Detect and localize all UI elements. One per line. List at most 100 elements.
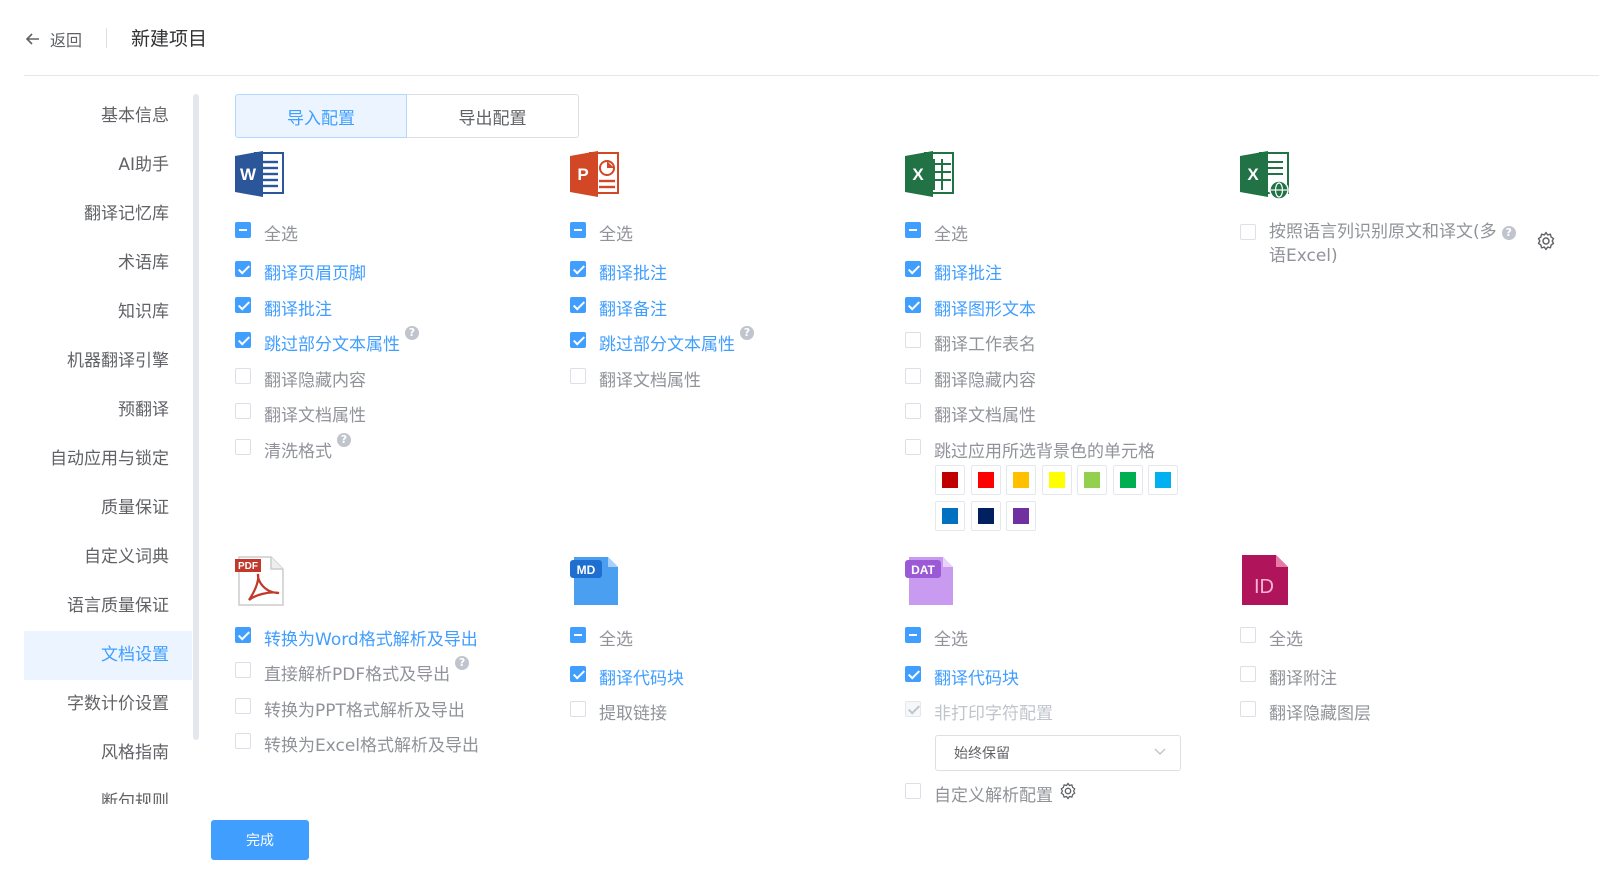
powerpoint-file-icon: P xyxy=(570,150,622,202)
excel-translate-shape-text-checkbox[interactable]: 翻译图形文本 xyxy=(905,295,1036,320)
color-swatch[interactable] xyxy=(1148,465,1178,495)
pdf-settings: PDF 转换为Word格式解析及导出 直接解析PDF格式及导出? 转换为PPT格… xyxy=(235,555,555,765)
color-swatch[interactable] xyxy=(1041,465,1072,495)
excel-file-icon: X xyxy=(905,150,957,202)
dat-icon-label: DAT xyxy=(911,563,935,577)
indesign-translate-hidden-layers-checkbox[interactable]: 翻译隐藏图层 xyxy=(1240,699,1371,724)
ppt-skip-text-attributes-checkbox[interactable]: 跳过部分文本属性? xyxy=(570,326,754,355)
header-divider xyxy=(106,28,107,48)
sidebar-item-basic-info[interactable]: 基本信息 xyxy=(24,92,192,141)
sidebar-item-segmentation-rules[interactable]: 断句规则 xyxy=(24,778,192,804)
color-swatch[interactable] xyxy=(1077,465,1107,495)
sidebar-scrollbar[interactable] xyxy=(192,94,200,804)
pdf-convert-to-word-checkbox[interactable]: 转换为Word格式解析及导出 xyxy=(235,625,478,650)
word-translate-header-footer-checkbox[interactable]: 翻译页眉页脚 xyxy=(235,259,366,284)
color-swatch[interactable] xyxy=(970,500,1001,531)
md-translate-code-blocks-checkbox[interactable]: 翻译代码块 xyxy=(570,664,684,689)
help-icon[interactable]: ? xyxy=(740,326,754,340)
pdf-icon-label: PDF xyxy=(238,561,258,572)
color-swatch[interactable] xyxy=(1006,500,1036,531)
sidebar-item-translation-memory[interactable]: 翻译记忆库 xyxy=(24,190,192,239)
gear-icon[interactable] xyxy=(1536,231,1556,251)
sidebar-item-word-count-pricing[interactable]: 字数计价设置 xyxy=(24,680,192,729)
excel-translate-sheet-names-checkbox[interactable]: 翻译工作表名 xyxy=(905,330,1036,355)
settings-sidebar: 基本信息 AI助手 翻译记忆库 术语库 知识库 机器翻译引擎 预翻译 自动应用与… xyxy=(24,92,192,804)
md-extract-links-checkbox[interactable]: 提取链接 xyxy=(570,699,667,724)
indesign-file-icon: ID xyxy=(1240,555,1292,607)
gear-icon[interactable] xyxy=(1059,782,1077,800)
color-swatch[interactable] xyxy=(935,465,965,495)
tab-import-config[interactable]: 导入配置 xyxy=(235,94,407,138)
ppt-translate-notes-checkbox[interactable]: 翻译备注 xyxy=(570,295,667,320)
sidebar-item-termbase[interactable]: 术语库 xyxy=(24,239,192,288)
color-swatch[interactable] xyxy=(1112,465,1143,495)
nonprinting-chars-select[interactable]: 始终保留 xyxy=(935,735,1181,771)
sidebar-item-mt-engine[interactable]: 机器翻译引擎 xyxy=(24,337,192,386)
color-swatch[interactable] xyxy=(935,500,965,531)
dat-custom-parse-config-checkbox[interactable]: 自定义解析配置 xyxy=(905,781,1077,806)
config-tabs: 导入配置 导出配置 xyxy=(235,94,579,138)
word-icon-letter: W xyxy=(240,165,257,184)
tab-export-config[interactable]: 导出配置 xyxy=(407,94,579,138)
color-swatch[interactable] xyxy=(1006,465,1036,495)
word-translate-doc-properties-checkbox[interactable]: 翻译文档属性 xyxy=(235,401,366,426)
excel-translate-doc-properties-checkbox[interactable]: 翻译文档属性 xyxy=(905,401,1036,426)
done-button[interactable]: 完成 xyxy=(211,820,309,860)
pdf-direct-parse-checkbox[interactable]: 直接解析PDF格式及导出? xyxy=(235,656,470,685)
ppt-translate-doc-properties-checkbox[interactable]: 翻译文档属性 xyxy=(570,366,701,391)
indesign-select-all-checkbox[interactable]: 全选 xyxy=(1240,625,1303,650)
sidebar-item-qa[interactable]: 质量保证 xyxy=(24,484,192,533)
ppt-translate-comments-checkbox[interactable]: 翻译批注 xyxy=(570,259,667,284)
excel-settings: X 全选 翻译批注 翻译图形文本 翻译工作表名 翻译隐藏内容 翻译文档属性 跳过… xyxy=(905,150,1225,535)
multilingual-excel-icon-letter: X xyxy=(1247,165,1259,184)
dat-settings: DAT 全选 翻译代码块 非打印字符配置 始终保留 自定义解析配置 xyxy=(905,555,1225,810)
dat-translate-code-blocks-checkbox[interactable]: 翻译代码块 xyxy=(905,664,1019,689)
word-translate-comments-checkbox[interactable]: 翻译批注 xyxy=(235,295,332,320)
sidebar-item-document-settings[interactable]: 文档设置 xyxy=(24,631,192,680)
sidebar-item-style-guide[interactable]: 风格指南 xyxy=(24,729,192,778)
excel-icon-letter: X xyxy=(912,165,924,184)
dat-nonprinting-chars-checkbox[interactable]: 非打印字符配置 xyxy=(905,699,1053,724)
ppt-settings: P 全选 翻译批注 翻译备注 跳过部分文本属性? 翻译文档属性 xyxy=(570,150,890,400)
sidebar-item-lqa[interactable]: 语言质量保证 xyxy=(24,582,192,631)
select-value: 始终保留 xyxy=(954,746,1010,762)
word-clean-format-checkbox[interactable]: 清洗格式? xyxy=(235,433,351,462)
md-icon-label: MD xyxy=(577,563,596,577)
word-select-all-checkbox[interactable]: 全选 xyxy=(235,220,298,245)
word-translate-hidden-checkbox[interactable]: 翻译隐藏内容 xyxy=(235,366,366,391)
sidebar-item-custom-dictionary[interactable]: 自定义词典 xyxy=(24,533,192,582)
excel-skip-bg-color-cells-checkbox[interactable]: 跳过应用所选背景色的单元格 xyxy=(905,437,1155,462)
excel-select-all-checkbox[interactable]: 全选 xyxy=(905,220,968,245)
multilingual-excel-file-icon: X xyxy=(1240,150,1292,202)
dat-file-icon: DAT xyxy=(905,555,957,607)
chevron-down-icon xyxy=(1154,748,1166,755)
word-settings: W 全选 翻译页眉页脚 翻译批注 跳过部分文本属性? 翻译隐藏内容 翻译文档属性… xyxy=(235,150,555,470)
help-icon[interactable]: ? xyxy=(405,326,419,340)
pdf-file-icon: PDF xyxy=(235,555,287,607)
excel-translate-hidden-checkbox[interactable]: 翻译隐藏内容 xyxy=(905,366,1036,391)
pdf-convert-to-excel-checkbox[interactable]: 转换为Excel格式解析及导出 xyxy=(235,731,479,756)
background-color-swatches xyxy=(935,465,1178,531)
excel-translate-comments-checkbox[interactable]: 翻译批注 xyxy=(905,259,1002,284)
help-icon[interactable]: ? xyxy=(1501,226,1516,240)
pdf-convert-to-ppt-checkbox[interactable]: 转换为PPT格式解析及导出 xyxy=(235,696,465,721)
help-icon[interactable]: ? xyxy=(455,656,470,670)
back-button[interactable]: 返回 xyxy=(24,26,82,52)
md-select-all-checkbox[interactable]: 全选 xyxy=(570,625,633,650)
dat-select-all-checkbox[interactable]: 全选 xyxy=(905,625,968,650)
multilingual-excel-detect-language-columns-checkbox[interactable]: 按照语言列识别原文和译文(多? 语Excel) xyxy=(1240,220,1530,268)
sidebar-item-auto-apply-lock[interactable]: 自动应用与锁定 xyxy=(24,435,192,484)
ppt-icon-letter: P xyxy=(577,165,588,184)
back-label: 返回 xyxy=(50,31,83,50)
word-skip-text-attributes-checkbox[interactable]: 跳过部分文本属性? xyxy=(235,326,419,355)
scrollbar-thumb[interactable] xyxy=(193,94,199,740)
help-icon[interactable]: ? xyxy=(337,433,351,447)
word-file-icon: W xyxy=(235,150,287,202)
ppt-select-all-checkbox[interactable]: 全选 xyxy=(570,220,633,245)
indesign-translate-notes-checkbox[interactable]: 翻译附注 xyxy=(1240,664,1337,689)
sidebar-item-knowledge-base[interactable]: 知识库 xyxy=(24,288,192,337)
sidebar-item-pretranslate[interactable]: 预翻译 xyxy=(24,386,192,435)
sidebar-item-ai-assistant[interactable]: AI助手 xyxy=(24,141,192,190)
color-swatch[interactable] xyxy=(970,465,1001,495)
arrow-left-icon xyxy=(25,33,39,45)
